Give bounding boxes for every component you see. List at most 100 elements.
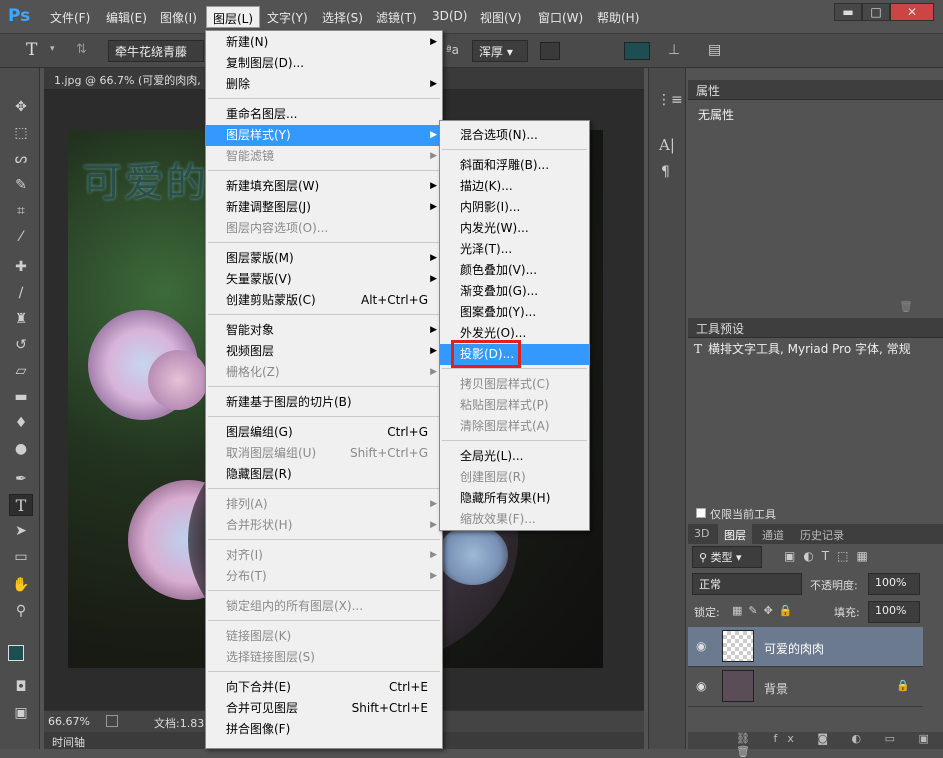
quick-select-tool-icon[interactable]: ✎ [9,174,33,196]
layer-menu-item[interactable]: 图层编组(G) Ctrl+G [206,422,442,443]
filter-icons[interactable]: ▣◐T⬚▦ [784,549,876,563]
layer-menu-item[interactable]: 复制图层(D)... [206,53,442,74]
eye-icon[interactable]: ◉ [696,639,706,653]
tab-channels[interactable]: 通道 [762,527,784,543]
text-color-swatch[interactable] [624,42,650,60]
tool-preset-item[interactable]: T 横排文字工具, Myriad Pro 字体, 常规 [694,340,942,357]
style-menu-item[interactable]: 光泽(T)... [440,239,589,260]
history-panel-icon[interactable]: ⋮≡ [657,92,683,108]
style-menu-item[interactable]: 内发光(W)... [440,218,589,239]
tab-3d[interactable]: 3D [694,527,709,540]
layer-menu-item[interactable]: 新建调整图层(J) ▶ [206,197,442,218]
menu-view[interactable]: 视图(V) [480,9,522,26]
style-menu-item[interactable]: 渐变叠加(G)... [440,281,589,302]
zoom-level[interactable]: 66.67% [48,715,90,728]
type-tool-icon[interactable]: T [26,40,37,60]
hand-tool-icon[interactable]: ✋ [9,574,33,596]
menu-select[interactable]: 选择(S) [322,9,363,26]
move-tool-icon[interactable]: ✥ [9,96,33,118]
eyedropper-tool-icon[interactable]: ⁄ [9,226,33,248]
layer-filter-select[interactable]: ⚲ 类型 ▾ [692,546,762,568]
eye-icon[interactable]: ◉ [696,679,706,693]
layer-menu-item[interactable]: 隐藏图层(R) [206,464,442,485]
menu-layer[interactable]: 图层(L) [206,6,261,28]
antialias-select[interactable]: 浑厚 ▾ [472,40,528,62]
fill-input[interactable]: 100% [868,601,920,623]
trash-icon[interactable]: 🗑 [899,300,913,313]
menu-filter[interactable]: 滤镜(T) [376,9,417,26]
layer-menu-item[interactable]: 新建(N) ▶ [206,32,442,53]
foreground-color-swatch[interactable] [8,645,24,661]
quick-mask-icon[interactable]: ◘ [9,676,33,698]
menu-help[interactable]: 帮助(H) [597,9,639,26]
tab-history[interactable]: 历史记录 [800,527,844,543]
align-center-icon[interactable] [564,42,584,60]
restore-button[interactable]: □ [862,3,890,21]
menu-type[interactable]: 文字(Y) [267,9,308,26]
history-brush-tool-icon[interactable]: ↺ [9,334,33,356]
style-menu-item[interactable]: 图案叠加(Y)... [440,302,589,323]
minimize-button[interactable]: ▬ [834,3,862,21]
layer-menu-item[interactable]: 向下合并(E) Ctrl+E [206,677,442,698]
blur-tool-icon[interactable]: ♦ [9,412,33,434]
layer-row[interactable]: ◉ 可爱的肉肉 [688,627,923,667]
layer-menu-item[interactable]: 新建基于图层的切片(B) [206,392,442,413]
gradient-tool-icon[interactable]: ▬ [9,386,33,408]
align-right-icon[interactable] [588,42,608,60]
character-panel-icon[interactable]: ▤ [708,42,721,58]
menu-3d[interactable]: 3D(D) [432,9,467,23]
layer-menu-item[interactable]: 删除 ▶ [206,74,442,95]
layer-menu-item[interactable]: 矢量蒙版(V) ▶ [206,269,442,290]
character-panel-icon[interactable]: A| [659,136,675,154]
menu-image[interactable]: 图像(I) [160,9,197,26]
eraser-tool-icon[interactable]: ▱ [9,360,33,382]
layer-menu-item[interactable]: 图层蒙版(M) ▶ [206,248,442,269]
lock-icons[interactable]: ▦✎✥🔒 [732,604,799,617]
tab-layers[interactable]: 图层 [718,524,752,544]
toggle-orientation-icon[interactable]: ⇅ [76,42,96,60]
layer-menu-item[interactable]: 合并可见图层 Shift+Ctrl+E [206,698,442,719]
crop-tool-icon[interactable]: ⌗ [9,200,33,222]
zoom-tool-icon[interactable]: ⚲ [9,600,33,622]
path-select-tool-icon[interactable]: ➤ [9,520,33,542]
layer-menu-item[interactable]: 创建剪贴蒙版(C) Alt+Ctrl+G [206,290,442,311]
style-menu-item[interactable]: 全局光(L)... [440,446,589,467]
align-left-icon[interactable] [540,42,560,60]
opacity-input[interactable]: 100% [868,573,920,595]
tool-preset-dropdown-icon[interactable]: ▾ [50,44,55,54]
layer-menu-item[interactable]: 新建填充图层(W) ▶ [206,176,442,197]
brush-tool-icon[interactable]: ∕ [9,282,33,304]
layer-menu-item[interactable]: 拼合图像(F) [206,719,442,740]
blend-mode-select[interactable]: 正常 [692,573,802,595]
stamp-tool-icon[interactable]: ♜ [9,308,33,330]
font-family-select[interactable]: 牵牛花绕青藤 [108,40,204,62]
layer-menu-item[interactable]: 图层样式(Y) ▶ [206,125,442,146]
type-tool-icon[interactable]: T [9,494,33,516]
layer-name[interactable]: 背景 [764,680,788,697]
layers-footer-icons[interactable]: ⛓ fx ◙ ◐ ▭ ▣ 🗑 [688,732,943,758]
dodge-tool-icon[interactable]: ● [9,438,33,460]
lasso-tool-icon[interactable]: ᔕ [9,148,33,170]
healing-tool-icon[interactable]: ✚ [9,256,33,278]
shape-tool-icon[interactable]: ▭ [9,546,33,568]
layer-name[interactable]: 可爱的肉肉 [764,640,824,657]
screen-mode-icon[interactable]: ▣ [9,702,33,724]
menu-window[interactable]: 窗口(W) [538,9,583,26]
style-menu-item[interactable]: 描边(K)... [440,176,589,197]
style-menu-item[interactable]: 颜色叠加(V)... [440,260,589,281]
style-menu-item[interactable]: 混合选项(N)... [440,125,589,146]
style-menu-item[interactable]: 隐藏所有效果(H) [440,488,589,509]
layer-menu-item[interactable]: 智能对象 ▶ [206,320,442,341]
paragraph-panel-icon[interactable]: ¶ [661,164,670,180]
share-icon[interactable] [106,715,118,727]
menu-edit[interactable]: 编辑(E) [106,9,147,26]
warp-text-icon[interactable]: ⊥ [668,42,680,58]
pen-tool-icon[interactable]: ✒ [9,468,33,490]
only-current-tool-checkbox[interactable]: 仅限当前工具 [696,506,776,522]
marquee-tool-icon[interactable]: ⬚ [9,122,33,144]
layer-menu-item[interactable]: 视频图层 ▶ [206,341,442,362]
style-menu-item[interactable]: 斜面和浮雕(B)... [440,155,589,176]
layer-menu-item[interactable]: 重命名图层... [206,104,442,125]
menu-file[interactable]: 文件(F) [50,9,90,26]
close-button[interactable]: ✕ [890,3,934,21]
